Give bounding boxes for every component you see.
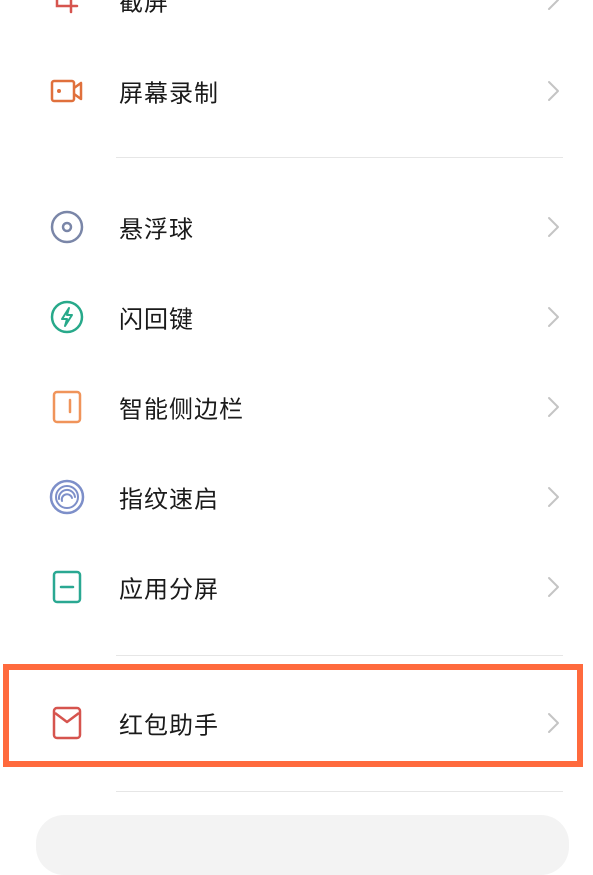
settings-row-split-screen[interactable]: 应用分屏 [0, 542, 593, 632]
settings-row-flashback-key[interactable]: 闪回键 [0, 272, 593, 362]
chevron-right-icon [548, 487, 559, 507]
chevron-right-icon [548, 577, 559, 597]
chevron-right-icon [548, 81, 559, 101]
settings-row-label: 悬浮球 [119, 215, 194, 244]
highlight-box [3, 664, 583, 767]
split-screen-icon [49, 569, 85, 605]
settings-row-label: 截屏 [119, 0, 169, 17]
flashback-key-icon [49, 299, 85, 335]
section-divider [116, 157, 563, 158]
settings-row-floating-ball[interactable]: 悬浮球 [0, 182, 593, 272]
bottom-card [36, 815, 569, 875]
settings-row-screenshot[interactable]: 截屏 [0, 0, 593, 45]
screen-record-icon [49, 73, 85, 109]
settings-row-label: 指纹速启 [119, 485, 219, 514]
settings-row-smart-sidebar[interactable]: 智能侧边栏 [0, 362, 593, 452]
screenshot-icon [49, 0, 85, 18]
chevron-right-icon [548, 307, 559, 327]
settings-row-screen-record[interactable]: 屏幕录制 [0, 46, 593, 136]
settings-row-label: 闪回键 [119, 305, 194, 334]
chevron-right-icon [548, 217, 559, 237]
smart-sidebar-icon [49, 389, 85, 425]
floating-ball-icon [49, 209, 85, 245]
settings-row-fingerprint[interactable]: 指纹速启 [0, 452, 593, 542]
settings-row-label: 屏幕录制 [119, 79, 219, 108]
fingerprint-icon [49, 479, 85, 515]
section-divider [116, 791, 563, 792]
chevron-right-icon [548, 397, 559, 417]
chevron-right-icon [548, 0, 559, 10]
section-divider [116, 655, 563, 656]
settings-row-label: 应用分屏 [119, 575, 219, 604]
settings-row-label: 智能侧边栏 [119, 395, 244, 424]
